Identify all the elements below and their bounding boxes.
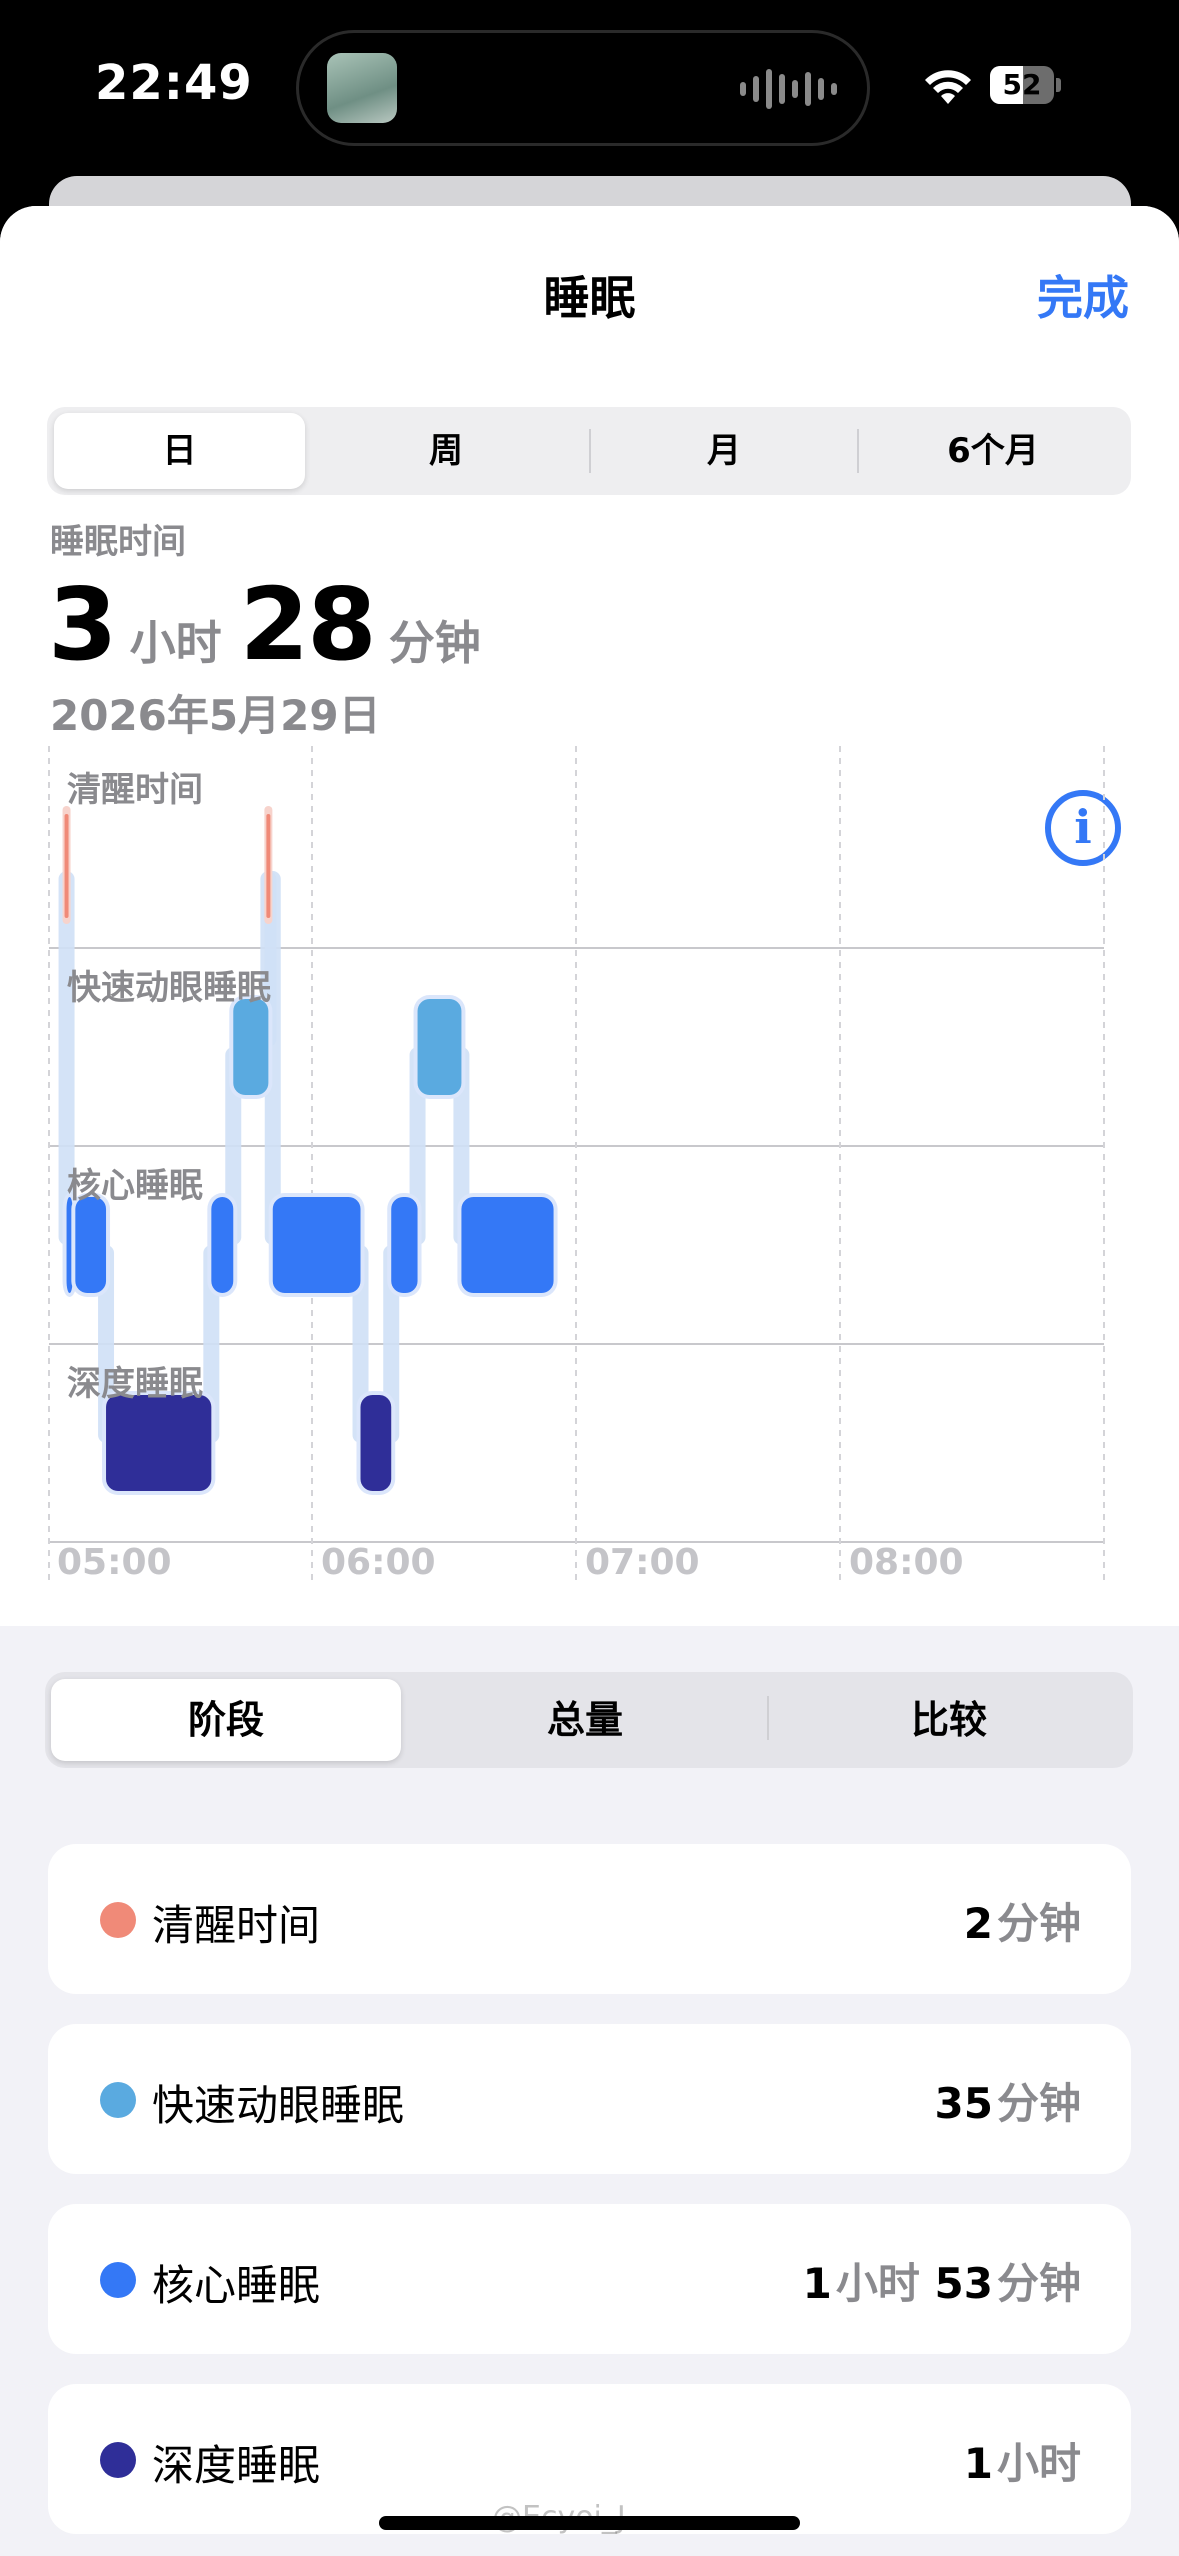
battery-percent: 52 xyxy=(1002,68,1042,101)
x-tick-label: 08:00 xyxy=(849,1542,964,1583)
stage-row-rem[interactable]: 快速动眼睡眠 35分钟 xyxy=(48,2024,1131,2174)
tab-stages[interactable]: 阶段 xyxy=(51,1679,401,1761)
core-segment xyxy=(272,1197,361,1293)
awake-segment xyxy=(64,814,69,918)
sleep-chart-panel: 睡眠 完成 日 周 月 6个月 睡眠时间 3 小时 28 分钟 2026年5月2… xyxy=(0,206,1179,1626)
stage-name: 快速动眼睡眠 xyxy=(152,2081,405,2130)
deep-segment xyxy=(360,1395,392,1491)
home-indicator[interactable] xyxy=(379,2516,800,2530)
stage-row-awake[interactable]: 清醒时间 2分钟 xyxy=(48,1844,1131,1994)
stage-name: 清醒时间 xyxy=(152,1901,321,1950)
stage-name: 核心睡眠 xyxy=(152,2261,321,2310)
stage-duration: 2分钟 xyxy=(963,1899,1081,1948)
tab-total[interactable]: 总量 xyxy=(409,1679,761,1761)
stage-duration: 1小时 53分钟 xyxy=(802,2259,1081,2308)
stage-label-deep: 深度睡眠 xyxy=(67,1364,203,1404)
sleep-stages-chart[interactable] xyxy=(0,206,1179,1626)
dynamic-island[interactable] xyxy=(296,30,870,146)
awake-color-dot xyxy=(100,1902,136,1938)
rem-color-dot xyxy=(100,2082,136,2118)
now-playing-artwork[interactable] xyxy=(327,53,397,123)
x-tick-label: 06:00 xyxy=(321,1542,436,1583)
core-segment xyxy=(75,1197,107,1293)
core-segment xyxy=(461,1197,554,1293)
x-tick-label: 07:00 xyxy=(585,1542,700,1583)
core-segment xyxy=(211,1197,234,1293)
status-bar: 22:49 52 xyxy=(0,0,1179,175)
tab-compare[interactable]: 比较 xyxy=(773,1679,1125,1761)
stage-label-rem: 快速动眼睡眠 xyxy=(67,968,271,1008)
rem-segment xyxy=(233,999,269,1095)
sleep-sheet: 睡眠 完成 日 周 月 6个月 睡眠时间 3 小时 28 分钟 2026年5月2… xyxy=(0,206,1179,2556)
deep-color-dot xyxy=(100,2442,136,2478)
stage-label-core: 核心睡眠 xyxy=(67,1166,203,1206)
awake-segment xyxy=(266,814,271,918)
stage-row-core[interactable]: 核心睡眠 1小时 53分钟 xyxy=(48,2204,1131,2354)
rem-segment xyxy=(417,999,462,1095)
stage-duration: 35分钟 xyxy=(934,2079,1081,2128)
stage-duration: 1小时 xyxy=(963,2439,1081,2488)
core-segment xyxy=(391,1197,418,1293)
stage-name: 深度睡眠 xyxy=(152,2441,321,2490)
audio-waveform-icon xyxy=(740,67,837,111)
wifi-icon xyxy=(925,70,971,104)
battery-icon: 52 xyxy=(990,66,1061,104)
status-time: 22:49 xyxy=(95,55,253,111)
x-tick-label: 05:00 xyxy=(57,1542,172,1583)
deep-segment xyxy=(106,1395,212,1491)
view-segmented-control: 阶段 总量 比较 xyxy=(45,1672,1133,1768)
core-color-dot xyxy=(100,2262,136,2298)
stage-label-awake: 清醒时间 xyxy=(67,770,203,810)
